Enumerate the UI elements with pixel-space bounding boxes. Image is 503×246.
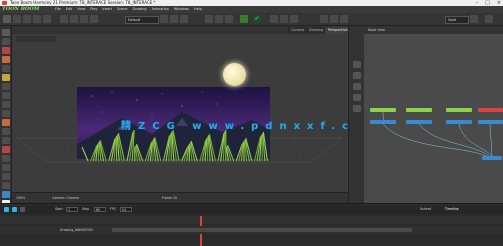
loop-icon[interactable] bbox=[12, 207, 17, 212]
frame-ruler[interactable] bbox=[0, 216, 503, 246]
camera-icon[interactable] bbox=[353, 72, 361, 79]
safe-area-button[interactable] bbox=[330, 15, 338, 23]
hand-icon[interactable] bbox=[2, 173, 10, 180]
start-frame-input[interactable]: 1 bbox=[66, 207, 78, 212]
play-button[interactable] bbox=[290, 15, 298, 23]
node-view[interactable] bbox=[364, 34, 503, 203]
new-scene-button[interactable] bbox=[3, 15, 11, 23]
menu-item[interactable]: Windows bbox=[174, 6, 189, 13]
play-icon[interactable] bbox=[4, 207, 9, 212]
onion-skin-button[interactable] bbox=[205, 15, 213, 23]
layer-icon[interactable] bbox=[353, 61, 361, 68]
menu-item[interactable]: Animation bbox=[152, 6, 169, 13]
brush-tool-button[interactable] bbox=[80, 15, 88, 23]
menu-item[interactable]: View bbox=[77, 6, 85, 13]
app-icon bbox=[2, 1, 7, 5]
dropper-icon[interactable] bbox=[2, 119, 10, 126]
light-table-button[interactable] bbox=[215, 15, 223, 23]
preview-button[interactable] bbox=[280, 15, 288, 23]
tab-xsheet[interactable]: Xsheet bbox=[420, 207, 431, 211]
line-icon[interactable] bbox=[2, 101, 10, 108]
start-label: Start bbox=[55, 207, 63, 211]
side-toolbar bbox=[348, 26, 364, 203]
zoom-tool-button[interactable] bbox=[170, 15, 178, 23]
peg-icon[interactable] bbox=[353, 83, 361, 90]
menu-item[interactable]: Scene bbox=[117, 6, 127, 13]
stage-canvas[interactable] bbox=[12, 34, 348, 166]
color-swatch-button[interactable] bbox=[225, 15, 233, 23]
menu-item[interactable]: Drawing bbox=[132, 6, 146, 13]
perspective-icon[interactable] bbox=[2, 155, 10, 162]
render-button[interactable] bbox=[270, 15, 278, 23]
menu-item[interactable]: Insert bbox=[102, 6, 112, 13]
pencil-tool-button[interactable] bbox=[90, 15, 98, 23]
stroke-icon[interactable] bbox=[2, 146, 10, 153]
save-button[interactable] bbox=[23, 15, 31, 23]
timeline-panel: Start 1 Stop 60 FPS 24 Xsheet Timeline D… bbox=[0, 203, 503, 246]
text-icon[interactable] bbox=[2, 110, 10, 117]
select-tool-button[interactable] bbox=[60, 15, 68, 23]
transform-tool-button[interactable] bbox=[70, 15, 78, 23]
pencil-icon[interactable] bbox=[2, 56, 10, 63]
composite-icon[interactable] bbox=[353, 105, 361, 112]
tab-node-view[interactable]: Node View bbox=[368, 28, 385, 32]
menu-item[interactable]: File bbox=[55, 6, 61, 13]
timeline-track[interactable]: Drawing_ANIMATION bbox=[0, 226, 503, 234]
node-connections bbox=[382, 111, 493, 157]
fps-input[interactable]: 24 bbox=[120, 207, 132, 212]
open-button[interactable] bbox=[13, 15, 21, 23]
fps-label: FPS bbox=[110, 207, 116, 211]
stop-label: Stop bbox=[82, 207, 90, 211]
eraser-icon[interactable] bbox=[2, 65, 10, 72]
hand-tool-button[interactable] bbox=[180, 15, 188, 23]
playback-controls: Start 1 Stop 60 FPS 24 Xsheet Timeline bbox=[0, 206, 503, 214]
brush-icon[interactable] bbox=[2, 47, 10, 54]
select-icon[interactable] bbox=[2, 29, 10, 36]
node-view-header: Node View bbox=[364, 26, 503, 34]
track-bar[interactable] bbox=[112, 228, 412, 232]
layer-mode-dropdown[interactable]: Solid bbox=[445, 16, 469, 24]
green-dot-icon[interactable] bbox=[240, 15, 248, 23]
stop-frame-input[interactable]: 60 bbox=[94, 207, 106, 212]
menu-item[interactable]: Play bbox=[90, 6, 97, 13]
ellipse-icon[interactable] bbox=[2, 92, 10, 99]
menu-item[interactable]: Edit bbox=[66, 6, 73, 13]
track-label: Drawing_ANIMATION bbox=[60, 228, 93, 232]
help-icon[interactable] bbox=[485, 15, 493, 23]
tab-perspective[interactable]: Perspective bbox=[325, 27, 351, 34]
stop-icon[interactable] bbox=[20, 207, 25, 212]
moon bbox=[223, 63, 246, 86]
workspace-dropdown[interactable]: Default bbox=[125, 16, 159, 24]
camera-tool-button[interactable] bbox=[160, 15, 168, 23]
rectangle-icon[interactable] bbox=[2, 83, 10, 90]
menu-bar: TOON BOOM File Edit View Play Insert Scene Dra… bbox=[0, 6, 503, 13]
zoom-level[interactable]: 100% bbox=[16, 196, 25, 200]
settings-icon[interactable] bbox=[470, 15, 478, 23]
morph-icon[interactable] bbox=[2, 191, 10, 198]
redo-button[interactable] bbox=[43, 15, 51, 23]
tab-drawing[interactable]: Drawing bbox=[306, 27, 327, 34]
frame-label: Frame 20 bbox=[162, 196, 177, 200]
tab-timeline[interactable]: Timeline bbox=[445, 207, 459, 211]
transform-icon[interactable] bbox=[2, 137, 10, 144]
view-tabs: Camera Drawing Perspective bbox=[12, 26, 351, 34]
grid-button[interactable] bbox=[320, 15, 328, 23]
camera-label: Camera: Camera bbox=[52, 196, 80, 200]
check-icon[interactable]: ✓ bbox=[253, 15, 261, 23]
effect-icon[interactable] bbox=[353, 94, 361, 101]
paint-bucket-icon[interactable] bbox=[2, 74, 10, 81]
watermark-text: 精ZCG www.pdnxxf.com bbox=[121, 121, 387, 132]
zoom-icon[interactable] bbox=[2, 164, 10, 171]
tools-panel bbox=[0, 26, 12, 212]
main-toolbar: Default ✓ Solid bbox=[0, 13, 503, 26]
bg-color-button[interactable] bbox=[340, 15, 348, 23]
rotate-view-icon[interactable] bbox=[2, 182, 10, 189]
contour-editor-icon[interactable] bbox=[2, 38, 10, 45]
cutter-icon[interactable] bbox=[2, 128, 10, 135]
tab-camera[interactable]: Camera bbox=[288, 27, 308, 34]
app-logo: TOON BOOM bbox=[2, 6, 40, 12]
menu-item[interactable]: Help bbox=[194, 6, 202, 13]
undo-button[interactable] bbox=[33, 15, 41, 23]
viewer-status-bar: 100% Camera: Camera Frame 20 bbox=[12, 192, 348, 203]
